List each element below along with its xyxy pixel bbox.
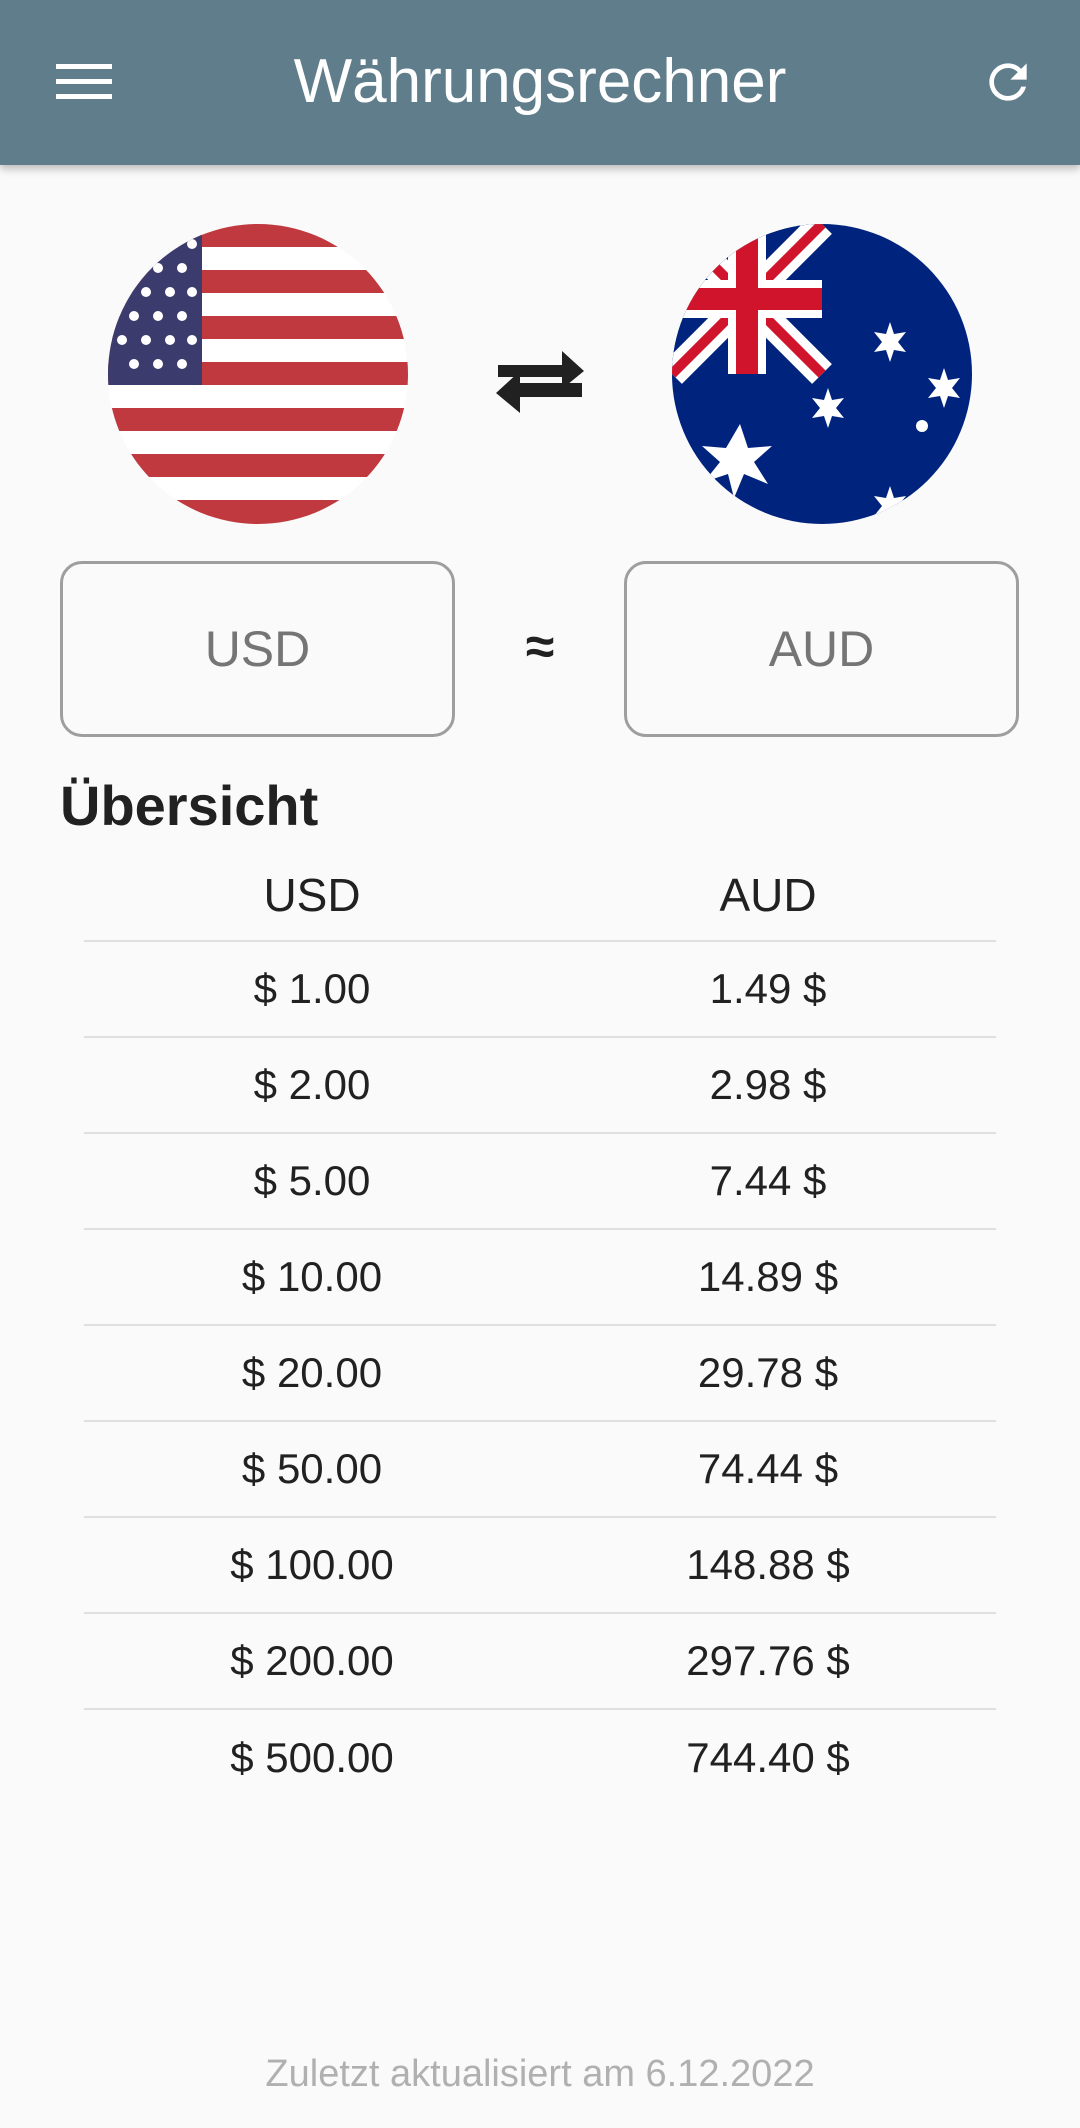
table-header: USD AUD [84,850,996,942]
usd-amount: $ 500.00 [230,1734,394,1781]
usd-amount: $ 50.00 [241,1445,383,1492]
table-row: $ 20.00 29.78 $ [84,1326,996,1422]
aud-amount: 74.44 $ [697,1445,839,1492]
table-row: $ 50.00 74.44 $ [84,1422,996,1518]
table-row: $ 200.00 297.76 $ [84,1614,996,1710]
currency-converter-screen: Währungsrechner USD ≈ AUD Übersicht USD … [0,0,1080,2128]
conversion-table: USD AUD $ 1.00 1.49 $ $ 2.00 2.98 $ $ 5.… [84,850,996,1806]
header-from-currency: USD [263,869,361,921]
table-row: $ 100.00 148.88 $ [84,1518,996,1614]
usd-amount: $ 1.00 [253,965,371,1012]
swap-arrows-icon[interactable] [490,330,590,420]
aud-amount: 14.89 $ [697,1253,839,1300]
aud-amount: 148.88 $ [686,1541,850,1588]
aud-amount: 1.49 $ [709,965,827,1012]
usd-amount: $ 5.00 [253,1157,371,1204]
aud-amount: 2.98 $ [709,1061,827,1108]
aud-amount: 7.44 $ [709,1157,827,1204]
last-updated-text: Zuletzt aktualisiert am 6.12.2022 [265,2053,815,2095]
to-currency-field[interactable]: AUD [624,561,1019,737]
hamburger-menu-icon[interactable] [46,52,122,112]
table-row: $ 1.00 1.49 $ [84,942,996,1038]
australia-flag-icon[interactable] [672,224,972,524]
usd-amount: $ 20.00 [241,1349,383,1396]
table-row: $ 2.00 2.98 $ [84,1038,996,1134]
app-bar: Währungsrechner [0,0,1080,165]
usd-amount: $ 100.00 [230,1541,394,1588]
usa-flag-icon[interactable] [108,224,408,524]
table-row: $ 10.00 14.89 $ [84,1230,996,1326]
aud-amount: 744.40 $ [686,1734,850,1781]
from-currency-label: USD [204,621,311,677]
overview-title: Übersicht [60,774,319,837]
approx-symbol: ≈ [525,618,555,676]
usd-amount: $ 2.00 [253,1061,371,1108]
usd-amount: $ 200.00 [230,1637,394,1684]
aud-amount: 297.76 $ [686,1637,850,1684]
usd-amount: $ 10.00 [241,1253,383,1300]
page-title: Währungsrechner [293,47,787,116]
aud-amount: 29.78 $ [697,1349,839,1396]
to-currency-label: AUD [768,621,875,677]
header-to-currency: AUD [719,869,817,921]
refresh-icon[interactable] [976,50,1040,114]
from-currency-field[interactable]: USD [60,561,455,737]
table-row: $ 500.00 744.40 $ [84,1710,996,1806]
table-row: $ 5.00 7.44 $ [84,1134,996,1230]
